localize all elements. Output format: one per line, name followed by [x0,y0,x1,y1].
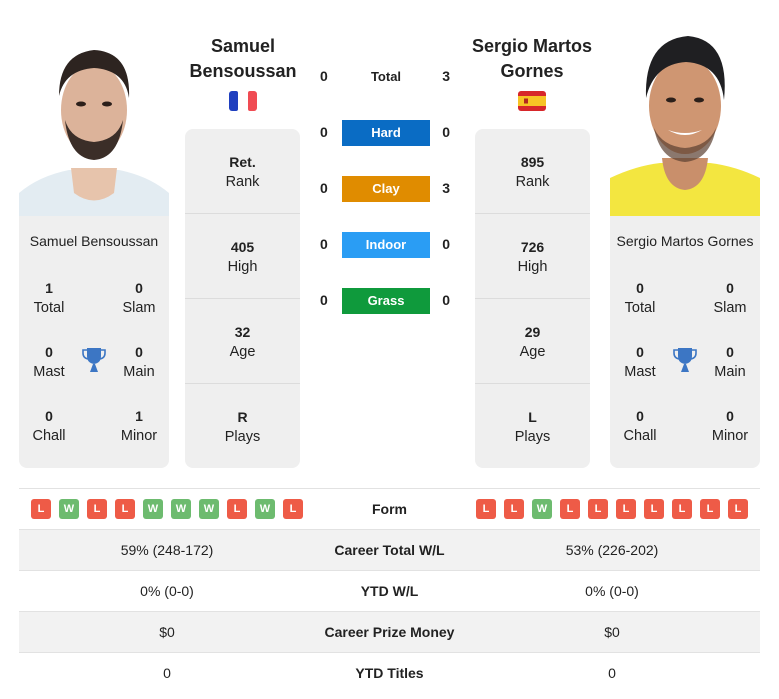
form-loss-badge[interactable]: L [31,499,51,519]
surface-clay-badge: Clay [342,176,430,202]
form-win-badge[interactable]: W [199,499,219,519]
player1-form: LWLLWWWLWL [19,499,315,519]
form-loss-badge[interactable]: L [227,499,247,519]
spain-flag-icon [518,91,546,111]
player1-rank: Ret. Rank [185,129,300,214]
player2-titles-main: 0 Main [714,344,746,380]
player2-photo [610,18,760,216]
form-loss-badge[interactable]: L [283,499,303,519]
prize-money-row: $0 Career Prize Money $0 [19,611,760,652]
ytd-wl-row: 0% (0-0) YTD W/L 0% (0-0) [19,570,760,611]
form-loss-badge[interactable]: L [616,499,636,519]
player1-titles-minor: 1 Minor [120,408,158,444]
ytd-titles-row: 0 YTD Titles 0 [19,652,760,693]
form-loss-badge[interactable]: L [700,499,720,519]
form-loss-badge[interactable]: L [644,499,664,519]
player2-form: LLWLLLLLLL [464,499,760,519]
trophy-icon [82,347,106,373]
player1-photo [19,18,169,216]
player2-high: 726 High [475,214,590,299]
player2-titles-card: Sergio Martos Gornes 0 Total 0 Slam 0 Ma… [610,216,760,468]
player1-info-card: Ret. Rank 405 High 32 Age R Plays [185,129,300,468]
player1-high: 405 High [185,214,300,299]
player1-full-name: Samuel Bensoussan [29,233,159,249]
form-loss-badge[interactable]: L [476,499,496,519]
surface-hard-badge: Hard [342,120,430,146]
trophy-icon [673,347,697,373]
player1-titles-slam: 0 Slam [122,280,156,316]
h2h-indoor: 0 Indoor 0 [310,232,460,258]
player2-titles-chall: 0 Chall [623,408,657,444]
player2-plays: L Plays [514,409,551,445]
player2-age: 29 Age [475,299,590,384]
form-loss-badge[interactable]: L [87,499,107,519]
form-loss-badge[interactable]: L [115,499,135,519]
player2-info-card: 895 Rank 726 High 29 Age L Plays [475,129,590,468]
player1-name[interactable]: Samuel Bensoussan [168,34,318,84]
player1-titles-main: 0 Main [123,344,155,380]
player1-titles-card: Samuel Bensoussan 1 Total 0 Slam 0 Mast … [19,216,169,468]
player1-titles-total: 1 Total [33,280,65,316]
player2-rank: 895 Rank [475,129,590,214]
form-loss-badge[interactable]: L [560,499,580,519]
comparison-table: LWLLWWWLWL Form LLWLLLLLLL 59% (248-172)… [19,488,760,693]
form-win-badge[interactable]: W [255,499,275,519]
player2-full-name: Sergio Martos Gornes [616,233,754,249]
player2-titles-minor: 0 Minor [711,408,749,444]
h2h-grass: 0 Grass 0 [310,288,460,314]
h2h-clay: 0 Clay 3 [310,176,460,202]
form-loss-badge[interactable]: L [504,499,524,519]
form-row: LWLLWWWLWL Form LLWLLLLLLL [19,488,760,529]
form-win-badge[interactable]: W [532,499,552,519]
h2h-hard: 0 Hard 0 [310,120,460,146]
h2h-total: 0 Total 3 [320,68,450,84]
form-win-badge[interactable]: W [143,499,163,519]
france-flag-icon [229,91,257,111]
form-loss-badge[interactable]: L [672,499,692,519]
player1-age: 32 Age [185,299,300,384]
form-win-badge[interactable]: W [171,499,191,519]
player1-titles-mast: 0 Mast [33,344,65,380]
player1-titles-chall: 0 Chall [32,408,66,444]
surface-grass-badge: Grass [342,288,430,314]
player2-titles-mast: 0 Mast [624,344,656,380]
player2-titles-total: 0 Total [624,280,656,316]
form-loss-badge[interactable]: L [588,499,608,519]
surface-indoor-badge: Indoor [342,232,430,258]
player1-plays: R Plays [224,409,261,445]
form-win-badge[interactable]: W [59,499,79,519]
player2-titles-slam: 0 Slam [713,280,747,316]
player2-name[interactable]: Sergio Martos Gornes [457,34,607,84]
form-loss-badge[interactable]: L [728,499,748,519]
career-wl-row: 59% (248-172) Career Total W/L 53% (226-… [19,529,760,570]
